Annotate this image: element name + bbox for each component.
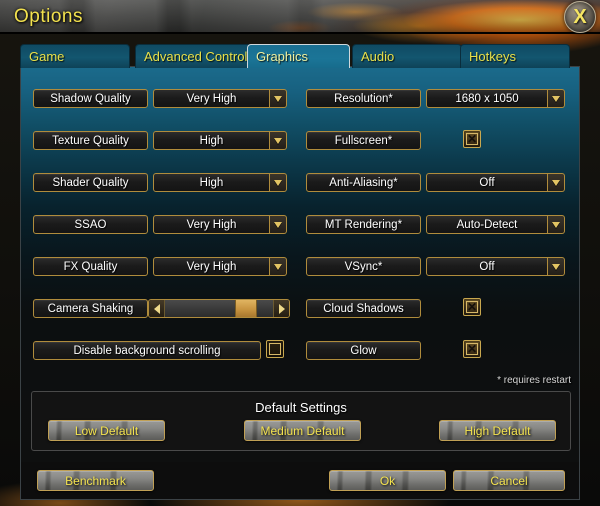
checkbox-mark: ✕ [466, 300, 478, 314]
combo-value: Off [426, 173, 548, 192]
slider-left-arrow-icon[interactable] [149, 300, 164, 317]
chevron-down-icon[interactable] [548, 89, 565, 108]
combo-value: High [153, 131, 270, 150]
combo-value: Very High [153, 89, 270, 108]
setting-combo-ssao[interactable]: Very High [153, 215, 287, 234]
setting-checkbox-disable-background-scrolling[interactable]: ✕ [266, 340, 284, 358]
setting-label-shader-quality[interactable]: Shader Quality [33, 173, 148, 192]
combo-value: Very High [153, 215, 270, 234]
setting-checkbox-fullscreen[interactable]: ✕ [463, 130, 481, 148]
setting-label-camera-shaking[interactable]: Camera Shaking [33, 299, 148, 318]
setting-slider-camera-shaking[interactable] [148, 299, 290, 318]
tab-game[interactable]: Game [20, 44, 130, 68]
chevron-down-icon[interactable] [270, 173, 287, 192]
combo-value: Auto-Detect [426, 215, 548, 234]
setting-combo-resolution[interactable]: 1680 x 1050 [426, 89, 565, 108]
chevron-down-icon[interactable] [270, 257, 287, 276]
chevron-down-icon[interactable] [548, 257, 565, 276]
combo-value: Off [426, 257, 548, 276]
setting-checkbox-cloud-shadows[interactable]: ✕ [463, 298, 481, 316]
high-default-button[interactable]: High Default [439, 420, 556, 441]
tab-label: Hotkeys [469, 49, 516, 64]
setting-combo-shader-quality[interactable]: High [153, 173, 287, 192]
setting-label-shadow-quality[interactable]: Shadow Quality [33, 89, 148, 108]
setting-label-fullscreen[interactable]: Fullscreen* [306, 131, 421, 150]
slider-thumb[interactable] [234, 300, 257, 317]
setting-label-vsync[interactable]: VSync* [306, 257, 421, 276]
tab-advanced-controls[interactable]: Advanced Controls [135, 44, 258, 68]
title-bar: Options X [0, 0, 600, 34]
slider-right-arrow-icon[interactable] [274, 300, 289, 317]
chevron-down-icon[interactable] [270, 131, 287, 150]
setting-label-texture-quality[interactable]: Texture Quality [33, 131, 148, 150]
requires-restart-note: * requires restart [497, 375, 571, 386]
setting-combo-fx-quality[interactable]: Very High [153, 257, 287, 276]
tab-label: Game [29, 49, 65, 64]
medium-default-button[interactable]: Medium Default [244, 420, 361, 441]
setting-label-fx-quality[interactable]: FX Quality [33, 257, 148, 276]
footer-bar: Benchmark Ok Cancel [20, 462, 580, 500]
setting-combo-shadow-quality[interactable]: Very High [153, 89, 287, 108]
setting-label-ssao[interactable]: SSAO [33, 215, 148, 234]
tab-hotkeys[interactable]: Hotkeys [460, 44, 570, 68]
setting-label-cloud-shadows[interactable]: Cloud Shadows [306, 299, 421, 318]
tab-label: Advanced Controls [144, 49, 254, 64]
setting-combo-vsync[interactable]: Off [426, 257, 565, 276]
chevron-down-icon[interactable] [270, 215, 287, 234]
setting-combo-texture-quality[interactable]: High [153, 131, 287, 150]
low-default-button[interactable]: Low Default [48, 420, 165, 441]
tab-label: Graphics [256, 49, 309, 64]
combo-value: High [153, 173, 270, 192]
tab-graphics[interactable]: Graphics [247, 44, 350, 68]
ok-button[interactable]: Ok [329, 470, 446, 491]
setting-label-resolution[interactable]: Resolution* [306, 89, 421, 108]
setting-label-disable-background-scrolling[interactable]: Disable background scrolling [33, 341, 261, 360]
default-settings-title: Default Settings [255, 400, 347, 415]
setting-combo-anti-aliasing[interactable]: Off [426, 173, 565, 192]
slider-track[interactable] [164, 300, 274, 317]
combo-value: Very High [153, 257, 270, 276]
checkbox-mark: ✕ [466, 132, 478, 146]
benchmark-button[interactable]: Benchmark [37, 470, 154, 491]
close-button[interactable]: X [564, 1, 596, 33]
setting-label-anti-aliasing[interactable]: Anti-Aliasing* [306, 173, 421, 192]
cancel-button[interactable]: Cancel [453, 470, 565, 491]
combo-value: 1680 x 1050 [426, 89, 548, 108]
options-window: Options X Game Advanced Controls Graphic… [0, 0, 600, 506]
tab-audio[interactable]: Audio [352, 44, 462, 68]
checkbox-mark: ✕ [269, 343, 281, 355]
chevron-down-icon[interactable] [270, 89, 287, 108]
tab-bar: Game Advanced Controls Graphics Audio Ho… [20, 44, 580, 68]
setting-label-mt-rendering[interactable]: MT Rendering* [306, 215, 421, 234]
chevron-down-icon[interactable] [548, 173, 565, 192]
checkbox-mark: ✕ [466, 342, 478, 356]
default-settings-group: Default Settings Low Default Medium Defa… [31, 391, 571, 451]
setting-label-glow[interactable]: Glow [306, 341, 421, 360]
setting-checkbox-glow[interactable]: ✕ [463, 340, 481, 358]
chevron-down-icon[interactable] [548, 215, 565, 234]
setting-combo-mt-rendering[interactable]: Auto-Detect [426, 215, 565, 234]
page-title: Options [14, 6, 83, 27]
graphics-settings-panel: Shadow Quality Very High Texture Quality… [20, 66, 580, 492]
tab-label: Audio [361, 49, 395, 64]
close-x-icon: X [573, 6, 587, 28]
